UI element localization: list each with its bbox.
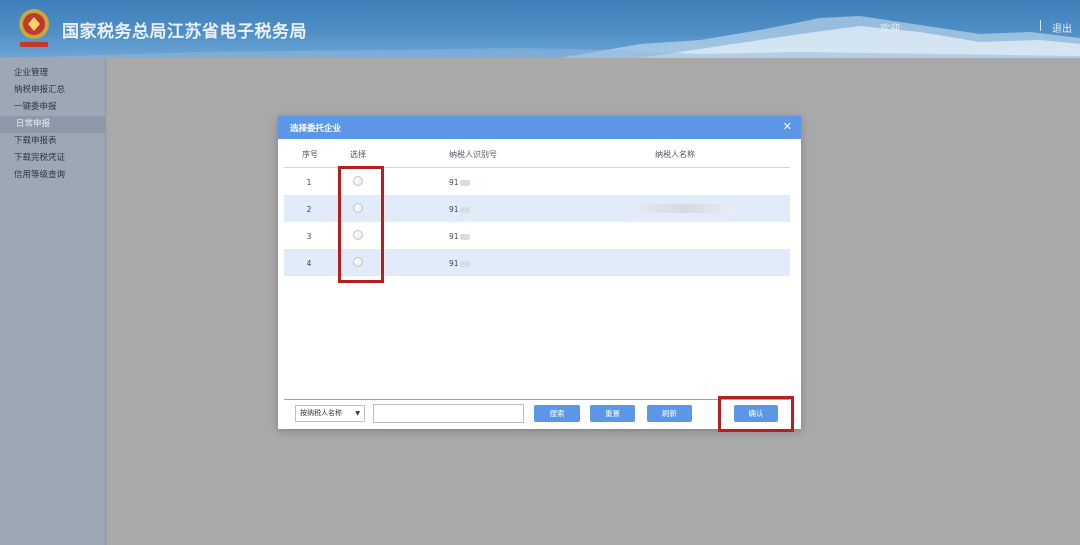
taxpayer-id-cell: 91	[449, 205, 470, 214]
caret-down-icon: ▼	[355, 410, 360, 417]
taxpayer-id-cell: 91	[449, 232, 470, 241]
filter-select[interactable]: 按纳税人名称 ▼	[295, 405, 365, 422]
taxpayer-id-text: 91	[449, 232, 459, 241]
taxpayer-id-cell: 91	[449, 259, 470, 268]
taxpayer-name-redacted	[636, 204, 732, 213]
sidebar-item-enterprise-management[interactable]: 企业管理	[0, 65, 105, 82]
redacted-mark	[459, 180, 470, 186]
dialog-title: 选择委托企业	[290, 124, 342, 134]
table-row[interactable]: 2 91	[284, 195, 790, 222]
reset-button[interactable]: 重置	[590, 405, 635, 422]
sidebar-item-one-click-declaration[interactable]: 一键委申报	[0, 99, 105, 116]
tax-emblem-icon	[19, 9, 49, 47]
refresh-button[interactable]: 刷新	[647, 405, 692, 422]
sidebar-item-credit-rating-query[interactable]: 信用等级查询	[0, 167, 105, 184]
sidebar-item-daily-declaration[interactable]: 日常申报	[0, 116, 105, 133]
logout-link[interactable]: 退出	[1052, 20, 1072, 35]
table-row[interactable]: 1 91	[284, 168, 790, 195]
sidebar-item-declaration-summary[interactable]: 纳税申报汇总	[0, 82, 105, 99]
search-button[interactable]: 搜索	[534, 405, 580, 422]
search-input[interactable]	[373, 404, 524, 423]
taxpayer-id-text: 91	[449, 178, 459, 187]
row-radio-button[interactable]	[353, 257, 363, 267]
header-divider	[1040, 20, 1041, 31]
redacted-mark	[459, 261, 470, 267]
close-icon[interactable]: ✕	[783, 120, 792, 133]
dialog-header: 选择委托企业 ✕	[278, 116, 801, 139]
user-link[interactable]: 欢迎	[880, 20, 900, 35]
sidebar-menu: 企业管理 纳税申报汇总 一键委申报 日常申报 下载申报表 下载完税凭证 信用等级…	[0, 65, 105, 184]
enterprise-table: 序号 选择 纳税人识别号 纳税人名称 1 91 2 91 3 91 4 91	[284, 139, 790, 276]
column-header-taxpayer-id: 纳税人识别号	[449, 150, 497, 159]
dialog-toolbar: 按纳税人名称 ▼ 搜索 重置 刷新 确认	[278, 400, 801, 429]
column-header-select: 选择	[350, 150, 366, 159]
sidebar: 企业管理 纳税申报汇总 一键委申报 日常申报 下载申报表 下载完税凭证 信用等级…	[0, 58, 106, 545]
redacted-mark	[459, 207, 470, 213]
table-row[interactable]: 3 91	[284, 222, 790, 249]
column-header-index: 序号	[302, 150, 318, 159]
column-header-taxpayer-name: 纳税人名称	[655, 150, 695, 159]
row-index: 1	[306, 178, 312, 187]
redacted-mark	[459, 234, 470, 240]
taxpayer-id-text: 91	[449, 205, 459, 214]
site-header: 国家税务总局江苏省电子税务局 欢迎 退出	[0, 0, 1080, 58]
confirm-button[interactable]: 确认	[734, 405, 778, 422]
row-index: 3	[306, 232, 312, 241]
select-enterprise-dialog: 选择委托企业 ✕ 序号 选择 纳税人识别号 纳税人名称 1 91 2 91 3 …	[278, 116, 801, 429]
site-title: 国家税务总局江苏省电子税务局	[62, 22, 307, 41]
sidebar-item-download-forms[interactable]: 下载申报表	[0, 133, 105, 150]
sidebar-item-download-tax-certificate[interactable]: 下载完税凭证	[0, 150, 105, 167]
taxpayer-id-text: 91	[449, 259, 459, 268]
table-header: 序号 选择 纳税人识别号 纳税人名称	[284, 139, 790, 168]
row-radio-button[interactable]	[353, 203, 363, 213]
row-radio-button[interactable]	[353, 230, 363, 240]
row-index: 2	[306, 205, 312, 214]
taxpayer-id-cell: 91	[449, 178, 470, 187]
filter-select-value: 按纳税人名称	[300, 409, 342, 417]
table-row[interactable]: 4 91	[284, 249, 790, 276]
row-index: 4	[306, 259, 312, 268]
row-radio-button[interactable]	[353, 176, 363, 186]
